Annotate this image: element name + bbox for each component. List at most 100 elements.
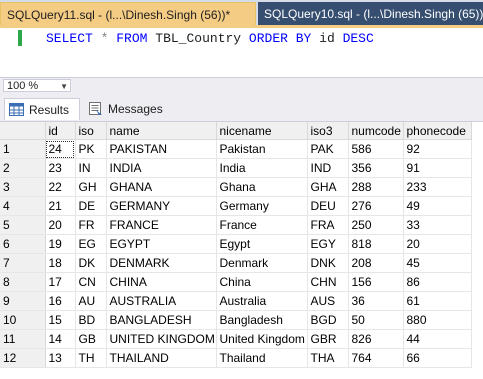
column-header-iso3[interactable]: iso3 (307, 122, 349, 140)
cell-phonecode[interactable]: 91 (403, 158, 472, 178)
cell-id[interactable]: 16 (45, 291, 76, 311)
cell-id[interactable]: 18 (45, 253, 76, 273)
column-header-id[interactable]: id (45, 122, 76, 140)
table-row[interactable]: 5 20 FR FRANCE France FRA 250 33 (0, 215, 472, 235)
table-row[interactable]: 3 22 GH GHANA Ghana GHA 288 233 (0, 177, 472, 197)
cell-id[interactable]: 22 (45, 177, 76, 197)
cell-phonecode[interactable]: 49 (403, 196, 472, 216)
cell-nicename[interactable]: Pakistan (216, 139, 308, 159)
table-row[interactable]: 2 23 IN INDIA India IND 356 91 (0, 158, 472, 178)
cell-name[interactable]: DENMARK (106, 253, 217, 273)
table-row[interactable]: 6 19 EG EGYPT Egypt EGY 818 20 (0, 234, 472, 254)
cell-name[interactable]: EGYPT (106, 234, 217, 254)
cell-nicename[interactable]: India (216, 158, 308, 178)
corner-cell[interactable] (0, 122, 46, 140)
cell-iso3[interactable]: AUS (307, 291, 349, 311)
row-number[interactable]: 4 (0, 196, 46, 216)
tab-messages[interactable]: Messages (84, 98, 163, 120)
cell-nicename[interactable]: Bangladesh (216, 310, 308, 330)
cell-numcode[interactable]: 586 (348, 139, 404, 159)
cell-phonecode[interactable]: 880 (403, 310, 472, 330)
cell-iso[interactable]: PK (75, 139, 107, 159)
cell-numcode[interactable]: 50 (348, 310, 404, 330)
row-number[interactable]: 9 (0, 291, 46, 311)
cell-iso3[interactable]: DEU (307, 196, 349, 216)
tab-results[interactable]: Results (4, 98, 80, 120)
cell-numcode[interactable]: 36 (348, 291, 404, 311)
column-header-numcode[interactable]: numcode (348, 122, 404, 140)
cell-iso3[interactable]: DNK (307, 253, 349, 273)
cell-iso3[interactable]: IND (307, 158, 349, 178)
cell-name[interactable]: PAKISTAN (106, 139, 217, 159)
cell-id[interactable]: 13 (45, 348, 76, 368)
cell-numcode[interactable]: 208 (348, 253, 404, 273)
cell-phonecode[interactable]: 66 (403, 348, 472, 368)
cell-name[interactable]: AUSTRALIA (106, 291, 217, 311)
cell-phonecode[interactable]: 86 (403, 272, 472, 292)
cell-id[interactable]: 24 (45, 139, 76, 159)
cell-iso3[interactable]: GBR (307, 329, 349, 349)
cell-iso[interactable]: AU (75, 291, 107, 311)
cell-iso[interactable]: TH (75, 348, 107, 368)
row-number[interactable]: 7 (0, 253, 46, 273)
cell-name[interactable]: GHANA (106, 177, 217, 197)
cell-numcode[interactable]: 826 (348, 329, 404, 349)
row-number[interactable]: 6 (0, 234, 46, 254)
cell-nicename[interactable]: Thailand (216, 348, 308, 368)
cell-id[interactable]: 20 (45, 215, 76, 235)
cell-numcode[interactable]: 156 (348, 272, 404, 292)
tab-sqlquery10[interactable]: SQLQuery10.sql - (l...\Dinesh.Singh (65)… (258, 2, 483, 26)
row-number[interactable]: 5 (0, 215, 46, 235)
zoom-dropdown[interactable]: 100 % ▼ (3, 79, 71, 92)
cell-id[interactable]: 15 (45, 310, 76, 330)
column-header-iso[interactable]: iso (75, 122, 107, 140)
query-editor[interactable]: SELECT * FROM TBL_Country ORDER BY id DE… (0, 28, 483, 77)
cell-nicename[interactable]: Germany (216, 196, 308, 216)
table-row[interactable]: 12 13 TH THAILAND Thailand THA 764 66 (0, 348, 472, 368)
cell-nicename[interactable]: Denmark (216, 253, 308, 273)
cell-iso3[interactable]: EGY (307, 234, 349, 254)
cell-numcode[interactable]: 818 (348, 234, 404, 254)
cell-iso3[interactable]: CHN (307, 272, 349, 292)
row-number[interactable]: 10 (0, 310, 46, 330)
cell-name[interactable]: GERMANY (106, 196, 217, 216)
cell-id[interactable]: 14 (45, 329, 76, 349)
table-row[interactable]: 9 16 AU AUSTRALIA Australia AUS 36 61 (0, 291, 472, 311)
cell-id[interactable]: 21 (45, 196, 76, 216)
cell-numcode[interactable]: 356 (348, 158, 404, 178)
cell-name[interactable]: FRANCE (106, 215, 217, 235)
cell-iso[interactable]: GH (75, 177, 107, 197)
row-number[interactable]: 12 (0, 348, 46, 368)
cell-iso3[interactable]: PAK (307, 139, 349, 159)
cell-iso[interactable]: DE (75, 196, 107, 216)
row-number[interactable]: 8 (0, 272, 46, 292)
cell-iso3[interactable]: FRA (307, 215, 349, 235)
cell-nicename[interactable]: France (216, 215, 308, 235)
column-header-name[interactable]: name (106, 122, 217, 140)
cell-nicename[interactable]: Egypt (216, 234, 308, 254)
cell-numcode[interactable]: 764 (348, 348, 404, 368)
column-header-phonecode[interactable]: phonecode (403, 122, 472, 140)
cell-numcode[interactable]: 276 (348, 196, 404, 216)
cell-numcode[interactable]: 250 (348, 215, 404, 235)
cell-iso[interactable]: CN (75, 272, 107, 292)
cell-iso3[interactable]: THA (307, 348, 349, 368)
table-row[interactable]: 1 24 PK PAKISTAN Pakistan PAK 586 92 (0, 139, 472, 159)
column-header-nicename[interactable]: nicename (216, 122, 308, 140)
cell-iso[interactable]: EG (75, 234, 107, 254)
cell-iso[interactable]: GB (75, 329, 107, 349)
cell-name[interactable]: UNITED KINGDOM (106, 329, 217, 349)
cell-nicename[interactable]: Ghana (216, 177, 308, 197)
cell-nicename[interactable]: Australia (216, 291, 308, 311)
cell-nicename[interactable]: China (216, 272, 308, 292)
cell-id[interactable]: 17 (45, 272, 76, 292)
cell-name[interactable]: THAILAND (106, 348, 217, 368)
cell-name[interactable]: BANGLADESH (106, 310, 217, 330)
cell-phonecode[interactable]: 44 (403, 329, 472, 349)
cell-nicename[interactable]: United Kingdom (216, 329, 308, 349)
table-row[interactable]: 8 17 CN CHINA China CHN 156 86 (0, 272, 472, 292)
table-row[interactable]: 7 18 DK DENMARK Denmark DNK 208 45 (0, 253, 472, 273)
row-number[interactable]: 3 (0, 177, 46, 197)
cell-iso[interactable]: BD (75, 310, 107, 330)
row-number[interactable]: 2 (0, 158, 46, 178)
